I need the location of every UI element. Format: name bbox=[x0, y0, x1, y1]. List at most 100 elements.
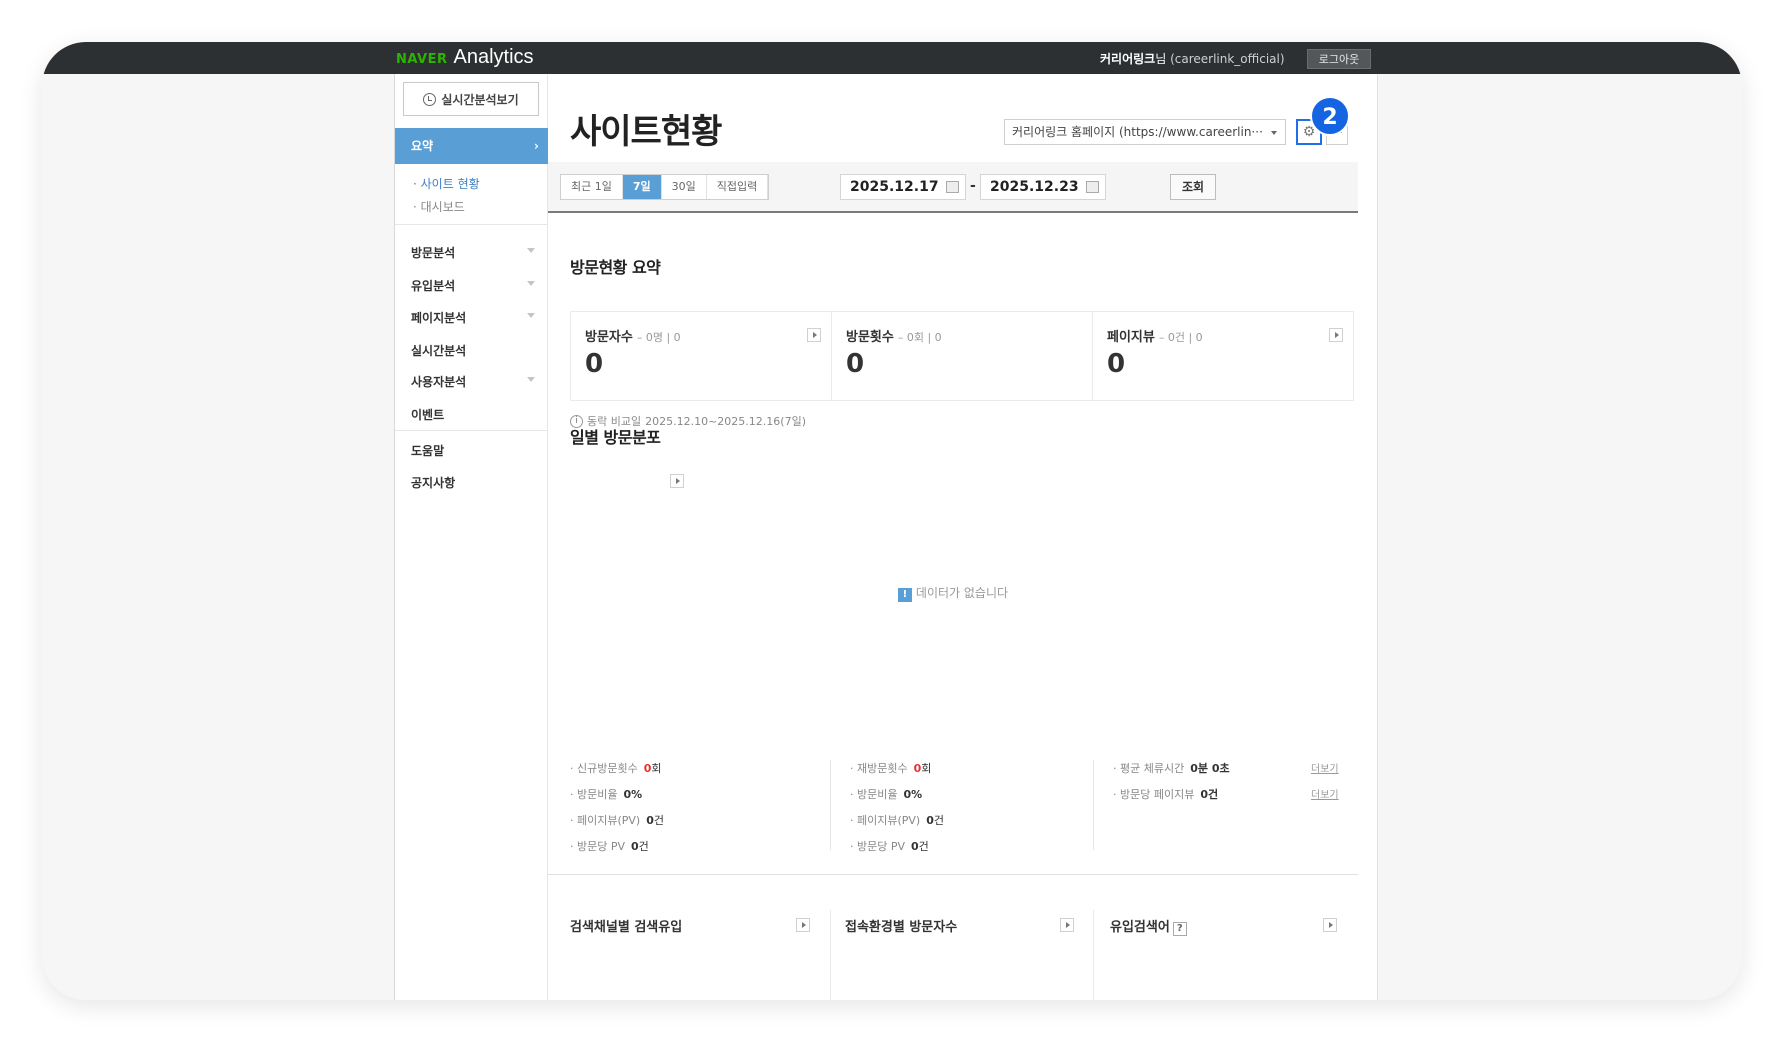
start-date-value: 2025.12.17 bbox=[850, 179, 939, 195]
divider bbox=[395, 430, 549, 431]
chevron-right-icon[interactable] bbox=[796, 918, 810, 932]
card-value: 0 bbox=[585, 349, 604, 379]
stat-value: 0 bbox=[631, 840, 639, 853]
card-sub: – 0건 | 0 bbox=[1158, 331, 1203, 344]
inflow-keyword-title: 유입검색어? bbox=[1110, 916, 1187, 936]
stat-unit: 회 bbox=[921, 762, 932, 775]
page-title: 사이트현황 bbox=[570, 112, 722, 152]
chevron-down-icon bbox=[527, 313, 535, 318]
sidebar-subitem-site-status[interactable]: · 사이트 현황 bbox=[413, 175, 480, 192]
top-bar: NAVER Analytics 커리어링크님 (careerlink_offic… bbox=[42, 42, 1742, 74]
stat-label: · 페이지뷰(PV) bbox=[850, 814, 921, 827]
sidebar-item-events[interactable]: 이벤트 bbox=[411, 406, 535, 423]
summary-card-visits: 방문횟수 – 0회 | 0 0 bbox=[832, 312, 1093, 400]
date-filter-bar: 최근 1일 7일 30일 직접입력 2025.12.17 - 2025.12.2… bbox=[548, 162, 1358, 213]
summary-cards: 방문자수 – 0명 | 0 0 방문횟수 – 0회 | 0 0 페이지뷰 – 0건 |… bbox=[570, 311, 1354, 401]
stat-label: · 페이지뷰(PV) bbox=[570, 814, 641, 827]
stat-value: 0 bbox=[911, 840, 919, 853]
chevron-right-icon[interactable] bbox=[807, 328, 821, 342]
sidebar-item-label: 공지사항 bbox=[411, 476, 456, 490]
stat-value: 0분 0초 bbox=[1190, 762, 1230, 775]
period-tabs: 최근 1일 7일 30일 직접입력 bbox=[560, 174, 770, 200]
user-name: 커리어링크 bbox=[1100, 52, 1156, 66]
clock-icon bbox=[423, 92, 437, 106]
realtime-analysis-button[interactable]: 실시간분석보기 bbox=[403, 82, 539, 116]
stat-label: · 평균 체류시간 bbox=[1113, 762, 1185, 775]
divider bbox=[395, 224, 549, 225]
step-badge: 2 bbox=[1310, 96, 1350, 136]
logo[interactable]: NAVER Analytics bbox=[396, 46, 534, 69]
card-value: 0 bbox=[1107, 349, 1126, 379]
chevron-right-icon[interactable] bbox=[670, 474, 684, 488]
chevron-right-icon[interactable] bbox=[1329, 328, 1343, 342]
summary-card-visitors: 방문자수 – 0명 | 0 0 bbox=[571, 312, 832, 400]
stat-row: · 방문당 PV 0건 bbox=[570, 838, 820, 864]
sidebar-subitem-dashboard[interactable]: · 대시보드 bbox=[413, 198, 465, 215]
chevron-right-icon[interactable] bbox=[1060, 918, 1074, 932]
sidebar-item-visit-analysis[interactable]: 방문분석 bbox=[411, 244, 535, 261]
stat-row: · 방문비율 0% bbox=[570, 786, 820, 812]
tab-30-days[interactable]: 30일 bbox=[662, 175, 707, 199]
end-date-input[interactable]: 2025.12.23 bbox=[980, 174, 1106, 200]
stats-new-visits: · 신규방문횟수 0회 · 방문비율 0% · 페이지뷰(PV) 0건 · 방문당 P… bbox=[570, 760, 820, 864]
stat-row: · 재방문횟수 0회 bbox=[850, 760, 1100, 786]
site-select[interactable]: 커리어링크 홈페이지 (https://www.careerlin··· bbox=[1004, 119, 1286, 145]
card-sub: – 0명 | 0 bbox=[636, 331, 681, 344]
stat-unit: 회 bbox=[651, 762, 662, 775]
sidebar-item-page-analysis[interactable]: 페이지분석 bbox=[411, 309, 535, 326]
sidebar: 실시간분석보기 요약 › · 사이트 현황 · 대시보드 방문분석 유입분석 페… bbox=[394, 74, 549, 1000]
stat-value: 0% bbox=[903, 788, 923, 801]
chevron-down-icon bbox=[527, 281, 535, 286]
logo-brand: NAVER bbox=[396, 52, 448, 67]
more-link[interactable]: 더보기 bbox=[1311, 786, 1339, 801]
card-sub: – 0회 | 0 bbox=[897, 331, 942, 344]
sidebar-item-label: 도움말 bbox=[411, 444, 445, 458]
sidebar-item-label: 방문분석 bbox=[411, 246, 456, 260]
sidebar-item-notices[interactable]: 공지사항 bbox=[411, 474, 535, 491]
sidebar-item-summary[interactable]: 요약 › bbox=[395, 128, 549, 164]
sidebar-item-user-analysis[interactable]: 사용자분석 bbox=[411, 373, 535, 390]
divider bbox=[1093, 910, 1094, 1000]
stat-value: 0 bbox=[646, 814, 654, 827]
sidebar-item-help[interactable]: 도움말 bbox=[411, 442, 535, 459]
stat-row: · 페이지뷰(PV) 0건 bbox=[850, 812, 1100, 838]
stat-unit: 건 bbox=[933, 814, 944, 827]
tab-custom-input[interactable]: 직접입력 bbox=[707, 175, 769, 199]
sidebar-item-realtime-analysis[interactable]: 실시간분석 bbox=[411, 342, 535, 359]
card-value: 0 bbox=[846, 349, 865, 379]
stat-value: 0% bbox=[623, 788, 643, 801]
no-data-message: ! 데이터가 없습니다 bbox=[548, 584, 1358, 602]
summary-card-pageviews: 페이지뷰 – 0건 | 0 0 bbox=[1093, 312, 1353, 400]
sidebar-item-label: 유입분석 bbox=[411, 279, 456, 293]
date-separator: - bbox=[970, 178, 976, 194]
search-channel-title: 검색채널별 검색유입 bbox=[570, 920, 683, 935]
app-window: NAVER Analytics 커리어링크님 (careerlink_offic… bbox=[42, 42, 1742, 1000]
logout-button[interactable]: 로그아웃 bbox=[1307, 49, 1371, 69]
environment-title: 접속환경별 방문자수 bbox=[845, 920, 958, 935]
end-date-value: 2025.12.23 bbox=[990, 179, 1079, 195]
stat-row: · 방문당 페이지뷰 0건 더보기 bbox=[1113, 786, 1363, 812]
stat-unit: 건 bbox=[638, 840, 649, 853]
chevron-down-icon bbox=[527, 248, 535, 253]
start-date-input[interactable]: 2025.12.17 bbox=[840, 174, 966, 200]
sidebar-item-inflow-analysis[interactable]: 유입분석 bbox=[411, 277, 535, 294]
stat-label: · 방문비율 bbox=[570, 788, 618, 801]
divider bbox=[830, 910, 831, 1000]
query-button[interactable]: 조회 bbox=[1170, 174, 1216, 200]
logo-product: Analytics bbox=[453, 46, 534, 68]
help-icon[interactable]: ? bbox=[1172, 922, 1187, 936]
user-account: (careerlink_official) bbox=[1170, 52, 1285, 66]
card-label: 페이지뷰 bbox=[1107, 330, 1155, 345]
stat-value: 0건 bbox=[1200, 788, 1219, 801]
stat-label: · 방문비율 bbox=[850, 788, 898, 801]
more-link[interactable]: 더보기 bbox=[1311, 760, 1339, 775]
tab-recent-1-day[interactable]: 최근 1일 bbox=[561, 175, 623, 199]
calendar-icon[interactable] bbox=[946, 181, 959, 193]
stats-duration: · 평균 체류시간 0분 0초 더보기 · 방문당 페이지뷰 0건 더보기 bbox=[1113, 760, 1363, 812]
stat-row: · 방문비율 0% bbox=[850, 786, 1100, 812]
chevron-right-icon: › bbox=[534, 139, 539, 153]
chevron-right-icon[interactable] bbox=[1323, 918, 1337, 932]
tab-7-days[interactable]: 7일 bbox=[622, 175, 662, 199]
calendar-icon[interactable] bbox=[1086, 181, 1099, 193]
stat-label: · 방문당 페이지뷰 bbox=[1113, 788, 1195, 801]
